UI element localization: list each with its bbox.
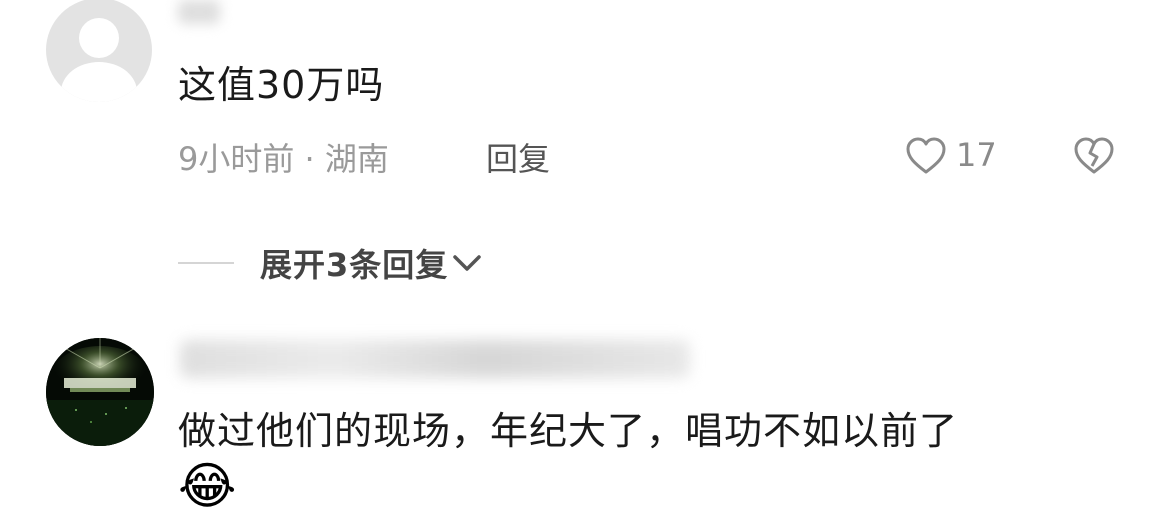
- like-button[interactable]: [904, 136, 948, 180]
- username-blurred[interactable]: [180, 340, 690, 378]
- avatar[interactable]: [46, 338, 154, 446]
- avatar-head-shape: [79, 18, 119, 58]
- laughing-emoji-icon: 😂: [178, 457, 237, 515]
- concert-stage-image: [46, 338, 154, 446]
- avatar[interactable]: [46, 0, 152, 102]
- dislike-button[interactable]: [1072, 136, 1116, 180]
- expand-replies-button[interactable]: 展开3条回复: [260, 240, 484, 286]
- comment-meta: 9小时前 · 湖南: [178, 140, 389, 178]
- avatar-body-shape: [61, 62, 137, 102]
- expand-replies-label: 展开3条回复: [260, 246, 449, 284]
- username-blurred[interactable]: [178, 0, 220, 24]
- comment-text: 这值30万吗: [178, 63, 385, 107]
- reply-button[interactable]: 回复: [486, 134, 550, 180]
- comment-text: 做过他们的现场，年纪大了，唱功不如以前了: [178, 409, 959, 453]
- broken-heart-icon: [1074, 137, 1114, 174]
- chevron-down-icon: [453, 255, 482, 271]
- expand-divider: [178, 262, 234, 264]
- heart-outline-icon: [906, 137, 946, 174]
- like-count: 17: [956, 136, 997, 174]
